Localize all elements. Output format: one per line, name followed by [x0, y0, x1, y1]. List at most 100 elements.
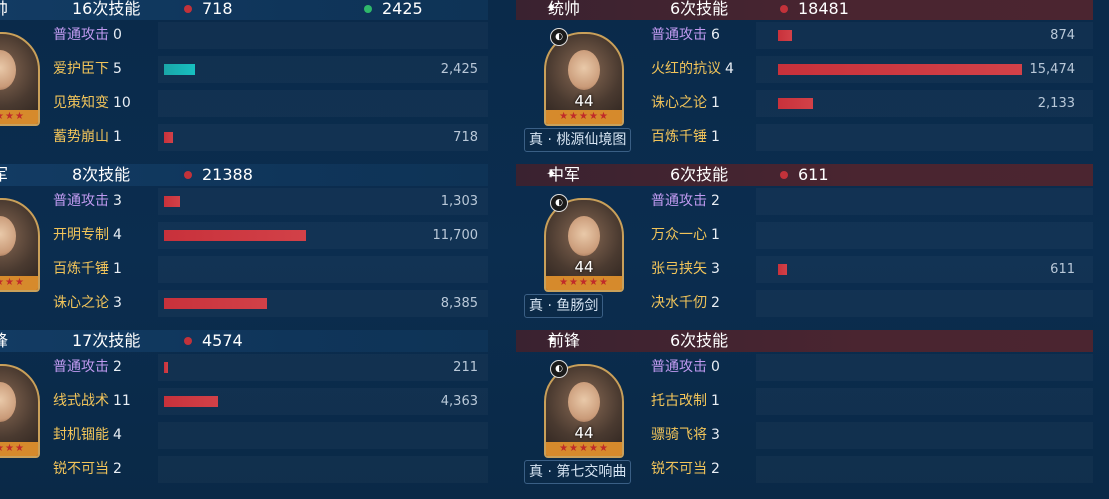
skill-row-track — [158, 22, 488, 49]
skill-effect-bar — [164, 362, 168, 373]
skill-name: 普通攻击 — [53, 193, 109, 209]
skill-name: 线式战术 — [53, 393, 109, 409]
skill-row: 骠骑飞将 3 — [648, 420, 1093, 451]
hero-portrait[interactable]: 44 ★★★★★ — [544, 198, 624, 292]
skill-effect-bar — [778, 264, 787, 275]
hero-portrait[interactable]: ★★★★★ — [0, 198, 40, 292]
hero-card[interactable]: 44 ★★★★★ ◐ 真 · 桃源仙境图 — [524, 20, 640, 164]
hero-card[interactable]: ★★★★★◐骚 — [0, 20, 40, 164]
hero-portrait[interactable]: 44 ★★★★★ — [544, 364, 624, 458]
skill-row-track — [756, 354, 1093, 381]
skill-row: 诛心之论 1 2,133 — [648, 88, 1093, 119]
role-label: 帅 — [0, 0, 9, 18]
skill-times: 5 — [113, 61, 122, 77]
damage-dot-icon — [184, 337, 192, 345]
skill-name: 爱护臣下 — [53, 61, 109, 77]
skill-effect-bar — [164, 196, 180, 207]
skill-name: 万众一心 — [651, 227, 707, 243]
skill-effect-bar — [778, 30, 792, 41]
skill-name: 火红的抗议 — [651, 61, 721, 77]
skill-times: 4 — [725, 61, 734, 77]
skill-count: 6次技能 — [670, 0, 729, 18]
skill-row-track — [158, 56, 488, 83]
skill-label: 普通攻击 2 — [651, 186, 720, 217]
star-rating-icon: ★★★★★ — [0, 276, 38, 290]
skin-name: 真 · 第七交响曲 — [524, 460, 632, 484]
skill-row-track — [756, 256, 1093, 283]
hero-face-image — [568, 216, 600, 256]
hero-card[interactable]: ★★★★★◐骚 — [0, 186, 40, 330]
hero-level: 44 — [574, 92, 594, 110]
skill-times: 4 — [113, 427, 122, 443]
hero-card[interactable]: ★★★★★◐甲虫 — [0, 352, 40, 496]
skill-name: 诛心之论 — [651, 95, 707, 111]
skill-label: 普通攻击 0 — [53, 20, 122, 51]
skill-row: 线式战术 11 4,363 — [50, 386, 488, 417]
skill-times: 2 — [113, 461, 122, 477]
skill-row: 普通攻击 0 — [648, 352, 1093, 383]
hero-card[interactable]: 44 ★★★★★ ◐ 真 · 第七交响曲 — [524, 352, 640, 496]
hero-portrait[interactable]: ★★★★★ — [0, 364, 40, 458]
skill-name: 锐不可当 — [651, 461, 707, 477]
role-label: 前锋 — [548, 331, 581, 350]
hero-level: 44 — [574, 424, 594, 442]
skill-row-track — [158, 90, 488, 117]
skill-label: 锐不可当 2 — [53, 454, 122, 485]
skill-effect-bar — [778, 98, 813, 109]
skill-times: 10 — [113, 95, 131, 111]
skill-row-track — [756, 188, 1093, 215]
skill-times: 11 — [113, 393, 131, 409]
skill-times: 3 — [113, 295, 122, 311]
skill-row-track — [756, 290, 1093, 317]
role-label: 锋 — [0, 331, 9, 350]
skill-row: 普通攻击 0 — [50, 20, 488, 51]
skill-name: 托古改制 — [651, 393, 707, 409]
skill-row: 百炼千锤 1 — [50, 254, 488, 285]
role-label: 中军 — [548, 165, 581, 184]
hero-portrait[interactable]: ★★★★★ — [0, 32, 40, 126]
skill-label: 封机锢能 4 — [53, 420, 122, 451]
skill-row-track — [756, 456, 1093, 483]
damage-stat: 21388 — [184, 164, 253, 186]
skill-effect-bar — [778, 64, 1022, 75]
skill-row: 锐不可当 2 — [50, 454, 488, 485]
skill-count: 17次技能 — [72, 331, 141, 350]
general-section: 锋17次技能4574★★★★★◐甲虫普通攻击2211线式战术114,363封机锢… — [0, 330, 488, 496]
skin-name: 真 · 桃源仙境图 — [524, 128, 632, 152]
skill-effect-value: 2,133 — [1037, 96, 1075, 111]
skill-label: 诛心之论 3 — [53, 288, 122, 319]
skill-row: 普通攻击 6 874 — [648, 20, 1093, 51]
skill-row: 万众一心 1 — [648, 220, 1093, 251]
skill-times: 1 — [711, 95, 720, 111]
damage-dot-icon — [780, 171, 788, 179]
skill-label: 普通攻击 3 — [53, 186, 122, 217]
general-section: ✦ 中军 6次技能 611 44 ★★★★★ ◐ 真 · 鱼肠剑 普通攻击 2 万众一心 1 张弓挟矢 3… — [516, 164, 1093, 330]
skill-row: 锐不可当 2 — [648, 454, 1093, 485]
damage-total: 718 — [202, 0, 233, 18]
skill-name: 蓄势崩山 — [53, 129, 109, 145]
skill-effect-value: 1,303 — [440, 194, 478, 209]
hero-card[interactable]: 44 ★★★★★ ◐ 真 · 鱼肠剑 — [524, 186, 640, 330]
hero-portrait[interactable]: 44 ★★★★★ — [544, 32, 624, 126]
skill-name: 百炼千锤 — [53, 261, 109, 277]
hero-level: 44 — [574, 258, 594, 276]
skill-label: 火红的抗议 4 — [651, 54, 734, 85]
damage-total: 4574 — [202, 331, 243, 350]
heal-stat: 2425 — [364, 0, 423, 20]
skill-times: 3 — [113, 193, 122, 209]
skill-row-track — [756, 222, 1093, 249]
damage-dot-icon — [184, 5, 192, 13]
skill-row: 普通攻击 3 1,303 — [50, 186, 488, 217]
skill-label: 锐不可当 2 — [651, 454, 720, 485]
hero-type-icon: ◐ — [550, 194, 568, 212]
skill-label: 决水千仞 2 — [651, 288, 720, 319]
skill-label: 普通攻击 6 — [651, 20, 720, 51]
skill-row-track — [158, 422, 488, 449]
damage-total: 18481 — [798, 0, 849, 18]
skill-name: 普通攻击 — [53, 27, 109, 43]
skill-effect-value: 8,385 — [440, 296, 478, 311]
skill-name: 张弓挟矢 — [651, 261, 707, 277]
section-header: 军 8次技能 21388 — [0, 164, 488, 186]
hero-face-image — [0, 50, 16, 90]
skill-name: 百炼千锤 — [651, 129, 707, 145]
